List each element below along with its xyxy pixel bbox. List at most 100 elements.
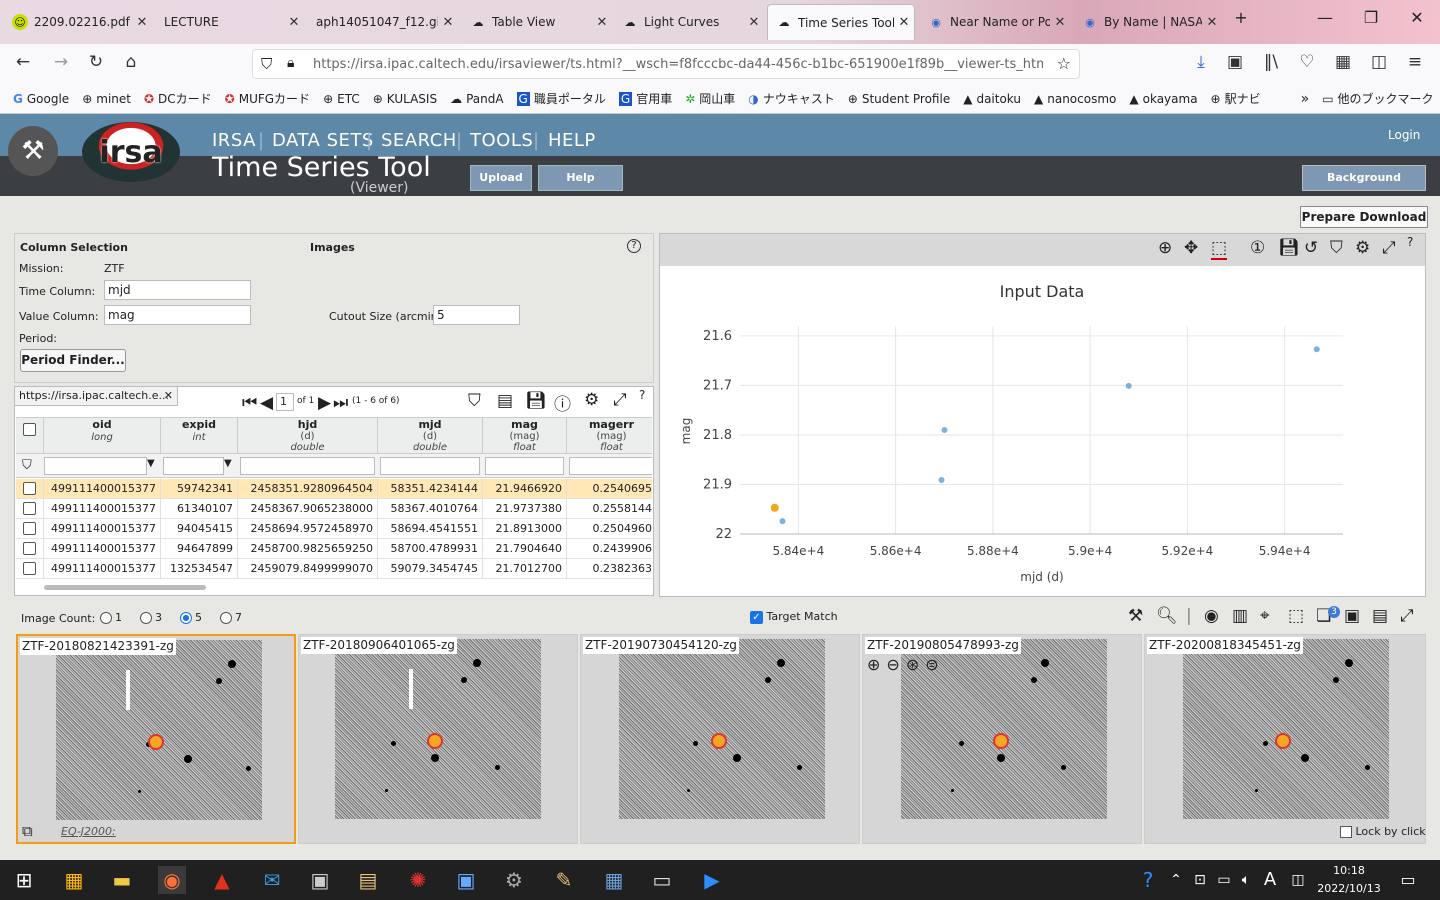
sky-image[interactable]: [1183, 639, 1389, 819]
stretch-icon[interactable]: ▥: [1232, 606, 1248, 626]
bookmark[interactable]: ⊕ KULASIS: [373, 92, 437, 106]
tab-table-view[interactable]: ☁ Table View ✕: [462, 4, 612, 40]
column-header-expid[interactable]: expid int: [161, 418, 238, 454]
close-icon[interactable]: ✕: [894, 15, 914, 30]
irsa-logo[interactable]: irsa: [82, 122, 180, 182]
radio-button[interactable]: [140, 612, 152, 624]
close-icon[interactable]: ✕: [132, 15, 152, 30]
pocket-icon[interactable]: ♡: [1294, 52, 1320, 72]
settings-icon[interactable]: ⚙: [1355, 238, 1370, 258]
image-thumbnail[interactable]: ZTF-20190805478993-zg ⊕ ⊖ ⊛ ⊜: [862, 634, 1142, 844]
catalog-icon[interactable]: ▤: [1372, 606, 1388, 626]
value-column-input[interactable]: mag: [104, 305, 251, 325]
external-link-icon[interactable]: ⧉: [22, 822, 33, 840]
home-icon[interactable]: ⌂: [118, 52, 144, 72]
background-monitor-button[interactable]: Background Monitor: [1302, 165, 1426, 208]
first-page-icon[interactable]: ⏮: [242, 393, 257, 413]
save-icon[interactable]: 💾︎: [525, 391, 547, 411]
bookmark[interactable]: ✪ MUFGカード: [225, 90, 310, 107]
chevron-down-icon[interactable]: ▼: [224, 458, 232, 469]
close-icon[interactable]: ✕: [1050, 15, 1070, 30]
network-app-icon[interactable]: ▣: [452, 866, 480, 894]
table-row[interactable]: 499111400015377 132534547 2459079.84999990…: [16, 559, 652, 579]
filter-input-oid[interactable]: [44, 457, 147, 475]
column-header-hjd[interactable]: hjd (d) double: [238, 418, 378, 454]
image-count-radio-5[interactable]: 5: [180, 611, 202, 624]
highlighted-data-point[interactable]: [770, 503, 779, 512]
window-close-icon[interactable]: ✕: [1402, 8, 1432, 27]
chevron-down-icon[interactable]: ▼: [147, 458, 155, 469]
select-area-icon[interactable]: ⬚: [1288, 606, 1304, 626]
bookmark[interactable]: ⊕ ETC: [323, 92, 360, 106]
row-checkbox[interactable]: [23, 522, 36, 535]
back-icon[interactable]: ←: [10, 52, 36, 72]
clock-date[interactable]: 2022/10/13: [1316, 882, 1382, 895]
bookmark[interactable]: ▲ okayama: [1129, 92, 1197, 106]
expand-icon[interactable]: ⤢: [1382, 238, 1396, 258]
page-input[interactable]: 1: [276, 393, 294, 411]
url-bar[interactable]: ⛉ 🔒︎ https://irsa.ipac.caltech.edu/irsav…: [252, 49, 1080, 79]
help-icon[interactable]: ?: [627, 239, 641, 253]
save-icon[interactable]: 💾︎: [1278, 238, 1300, 258]
tab-lecture[interactable]: LECTURE ✕: [156, 4, 304, 40]
last-page-icon[interactable]: ⏭: [333, 393, 348, 413]
more-bookmarks-chevron[interactable]: »: [1301, 91, 1310, 107]
tab-gif[interactable]: aph14051047_f12.gif ( ✕: [308, 4, 458, 40]
column-header-magerr[interactable]: magerr (mag) float: [567, 418, 652, 454]
settings-icon[interactable]: ⚙: [584, 390, 599, 410]
horizontal-scrollbar[interactable]: [44, 585, 206, 590]
scatter-chart[interactable]: Input Data 21.6 21.7 21.8 21.9 22 5.84e+4 5.86…: [660, 266, 1425, 596]
target-marker-icon[interactable]: [1275, 733, 1291, 749]
clock-time[interactable]: 10:18: [1322, 864, 1376, 877]
filter-input-magerr[interactable]: [569, 457, 652, 475]
acrobat-icon[interactable]: ▲: [208, 866, 236, 894]
tab-by-name[interactable]: ◉ By Name | NASA/ ✕: [1074, 4, 1222, 40]
column-header-mag[interactable]: mag (mag) float: [483, 418, 567, 454]
notes-icon[interactable]: ▤: [354, 866, 382, 894]
firefox-icon[interactable]: ◉: [158, 866, 186, 894]
ime-mode-icon[interactable]: ◫: [1284, 866, 1312, 894]
target-marker-icon[interactable]: [711, 733, 727, 749]
zoom-fill-icon[interactable]: ⊜: [925, 655, 938, 674]
image-thumbnail[interactable]: ZTF-20180821423391-zg: [16, 634, 296, 844]
bookmark[interactable]: ⊕ 駅ナビ: [1211, 90, 1261, 107]
screenshot-icon[interactable]: ▣: [1222, 52, 1248, 72]
star-icon[interactable]: ☆: [1057, 54, 1071, 73]
login-link[interactable]: Login: [1388, 128, 1420, 142]
bookmark[interactable]: ☁ PandA: [450, 92, 503, 106]
editor-icon[interactable]: ✎: [550, 866, 578, 894]
menu-icon[interactable]: ≡: [1402, 52, 1428, 72]
qr-icon[interactable]: ▦: [1330, 52, 1356, 72]
bookmark[interactable]: ◑ ナウキャスト: [748, 90, 835, 107]
pan-icon[interactable]: ✥: [1184, 238, 1198, 258]
filter-input-hjd[interactable]: [240, 457, 375, 475]
other-bookmarks[interactable]: ▭ 他のブックマーク: [1322, 90, 1433, 107]
time-column-input[interactable]: mjd: [104, 280, 251, 300]
overlay-icon[interactable]: ▣: [1344, 606, 1360, 626]
shield-icon[interactable]: ⛉: [261, 55, 272, 73]
close-icon[interactable]: ✕: [744, 15, 764, 30]
minimize-icon[interactable]: —: [1310, 8, 1340, 27]
close-icon[interactable]: ✕: [592, 15, 612, 30]
ds9-icon[interactable]: ✺: [404, 866, 432, 894]
tab-time-series-tool[interactable]: ☁ Time Series Tool ✕: [767, 4, 915, 40]
data-point[interactable]: [1313, 346, 1320, 353]
lock-by-click-toggle[interactable]: Lock by click: [1340, 825, 1426, 838]
windows-start-icon[interactable]: ⊞: [10, 866, 38, 894]
app-icon[interactable]: ▣: [306, 866, 334, 894]
tab-pdf[interactable]: ☺ 2209.02216.pdf ✕: [4, 4, 152, 40]
target-match-toggle[interactable]: ✓ Target Match: [750, 610, 838, 624]
restore-icon[interactable]: ↺: [1304, 238, 1318, 258]
prepare-download-button[interactable]: Prepare Download: [1300, 206, 1428, 228]
zoom-fit-icon[interactable]: ⊛: [906, 655, 919, 674]
data-point[interactable]: [1125, 382, 1132, 389]
checkbox-checked-icon[interactable]: ✓: [750, 610, 763, 624]
filter-input-mjd[interactable]: [380, 457, 480, 475]
checkbox[interactable]: [1340, 826, 1352, 838]
close-icon[interactable]: ✕: [1202, 15, 1222, 30]
target-marker-icon[interactable]: [427, 733, 443, 749]
explorer-icon[interactable]: ▬: [108, 866, 136, 894]
table-tab[interactable]: https://irsa.ipac.caltech.e... ✕: [14, 386, 178, 406]
data-point[interactable]: [941, 427, 948, 433]
tab-light-curves[interactable]: ☁ Light Curves ✕: [614, 4, 764, 40]
